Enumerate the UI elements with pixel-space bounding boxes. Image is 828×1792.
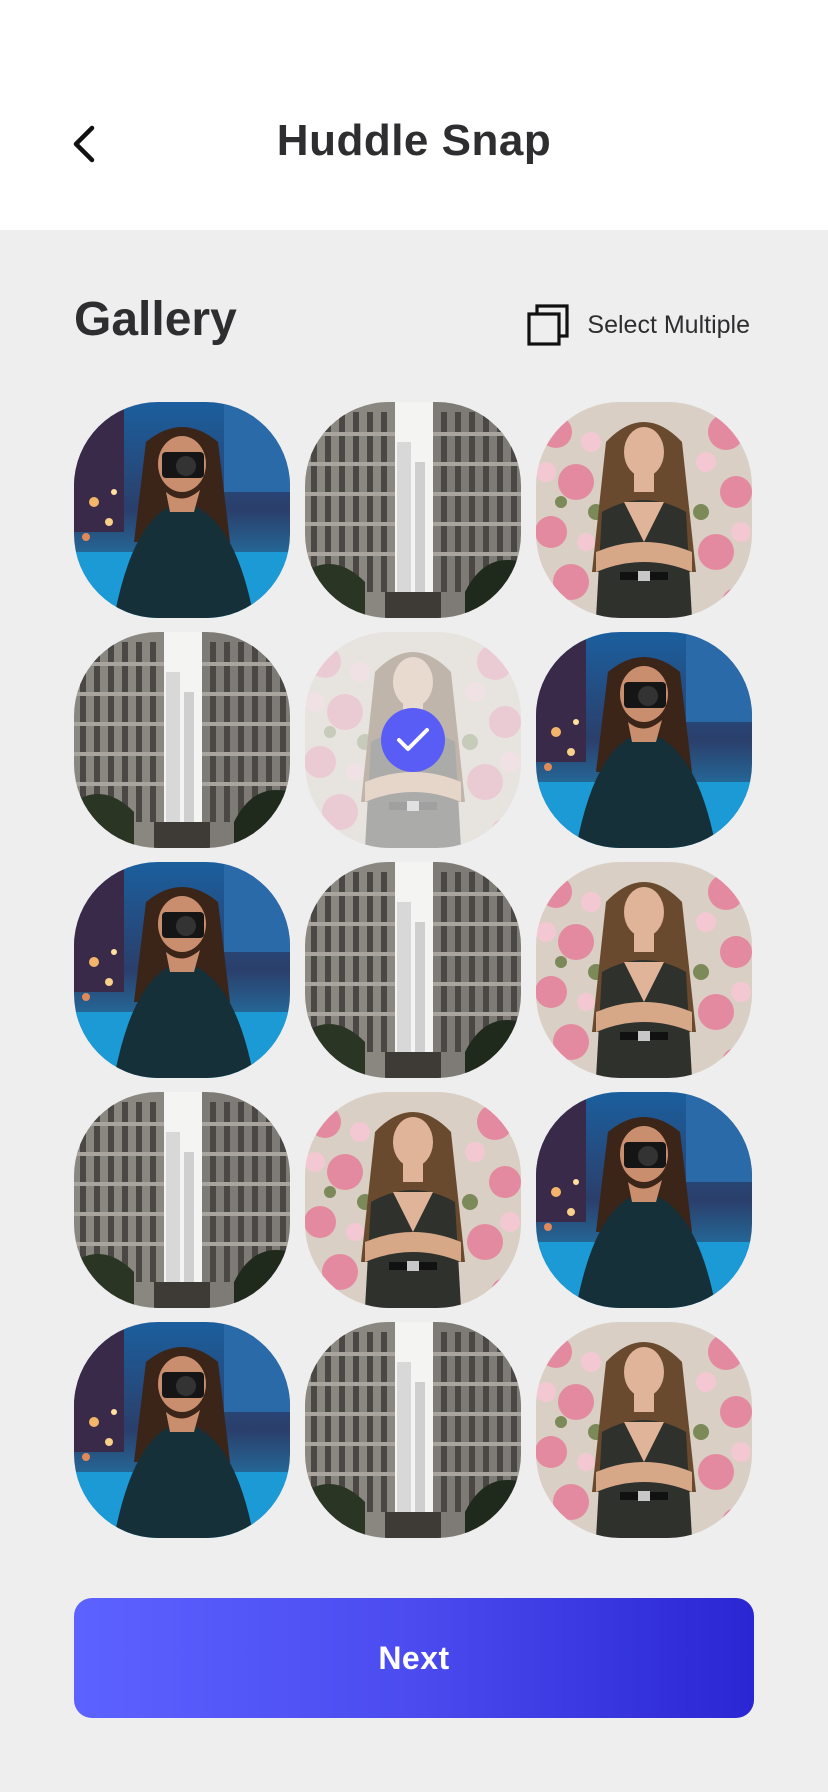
photo-thumbnail [536,1092,752,1308]
copy-stack-icon [527,304,570,346]
app-header: Huddle Snap [0,0,828,230]
next-button[interactable]: Next [74,1598,754,1718]
gallery-photo-photographer[interactable] [536,1092,752,1308]
photo-thumbnail [74,632,290,848]
gallery-photo-flowers[interactable] [305,1092,521,1308]
page-title: Huddle Snap [276,116,552,165]
gallery-photo-photographer[interactable] [74,402,290,618]
gallery-photo-city[interactable] [305,1322,521,1538]
photo-thumbnail [536,1322,752,1538]
gallery-photo-flowers[interactable] [305,632,521,848]
photo-thumbnail [74,402,290,618]
photo-thumbnail [305,1092,521,1308]
gallery-photo-photographer[interactable] [536,632,752,848]
photo-thumbnail [305,862,521,1078]
photo-thumbnail [536,402,752,618]
photo-thumbnail [305,402,521,618]
gallery-photo-photographer[interactable] [74,1322,290,1538]
selected-check-icon [381,708,445,772]
gallery-photo-city[interactable] [74,1092,290,1308]
gallery-photo-city[interactable] [305,862,521,1078]
photo-grid [74,402,752,1538]
gallery-photo-flowers[interactable] [536,402,752,618]
photo-thumbnail [536,862,752,1078]
gallery-photo-photographer[interactable] [74,862,290,1078]
gallery-photo-city[interactable] [305,402,521,618]
gallery-heading: Gallery [74,293,237,346]
photo-thumbnail [305,1322,521,1538]
photo-thumbnail [74,1322,290,1538]
select-multiple-label: Select Multiple [587,310,750,339]
gallery-photo-city[interactable] [74,632,290,848]
photo-thumbnail [536,632,752,848]
gallery-photo-flowers[interactable] [536,862,752,1078]
gallery-photo-flowers[interactable] [536,1322,752,1538]
photo-thumbnail [74,862,290,1078]
select-multiple-button[interactable]: Select Multiple [527,302,750,348]
photo-thumbnail [74,1092,290,1308]
